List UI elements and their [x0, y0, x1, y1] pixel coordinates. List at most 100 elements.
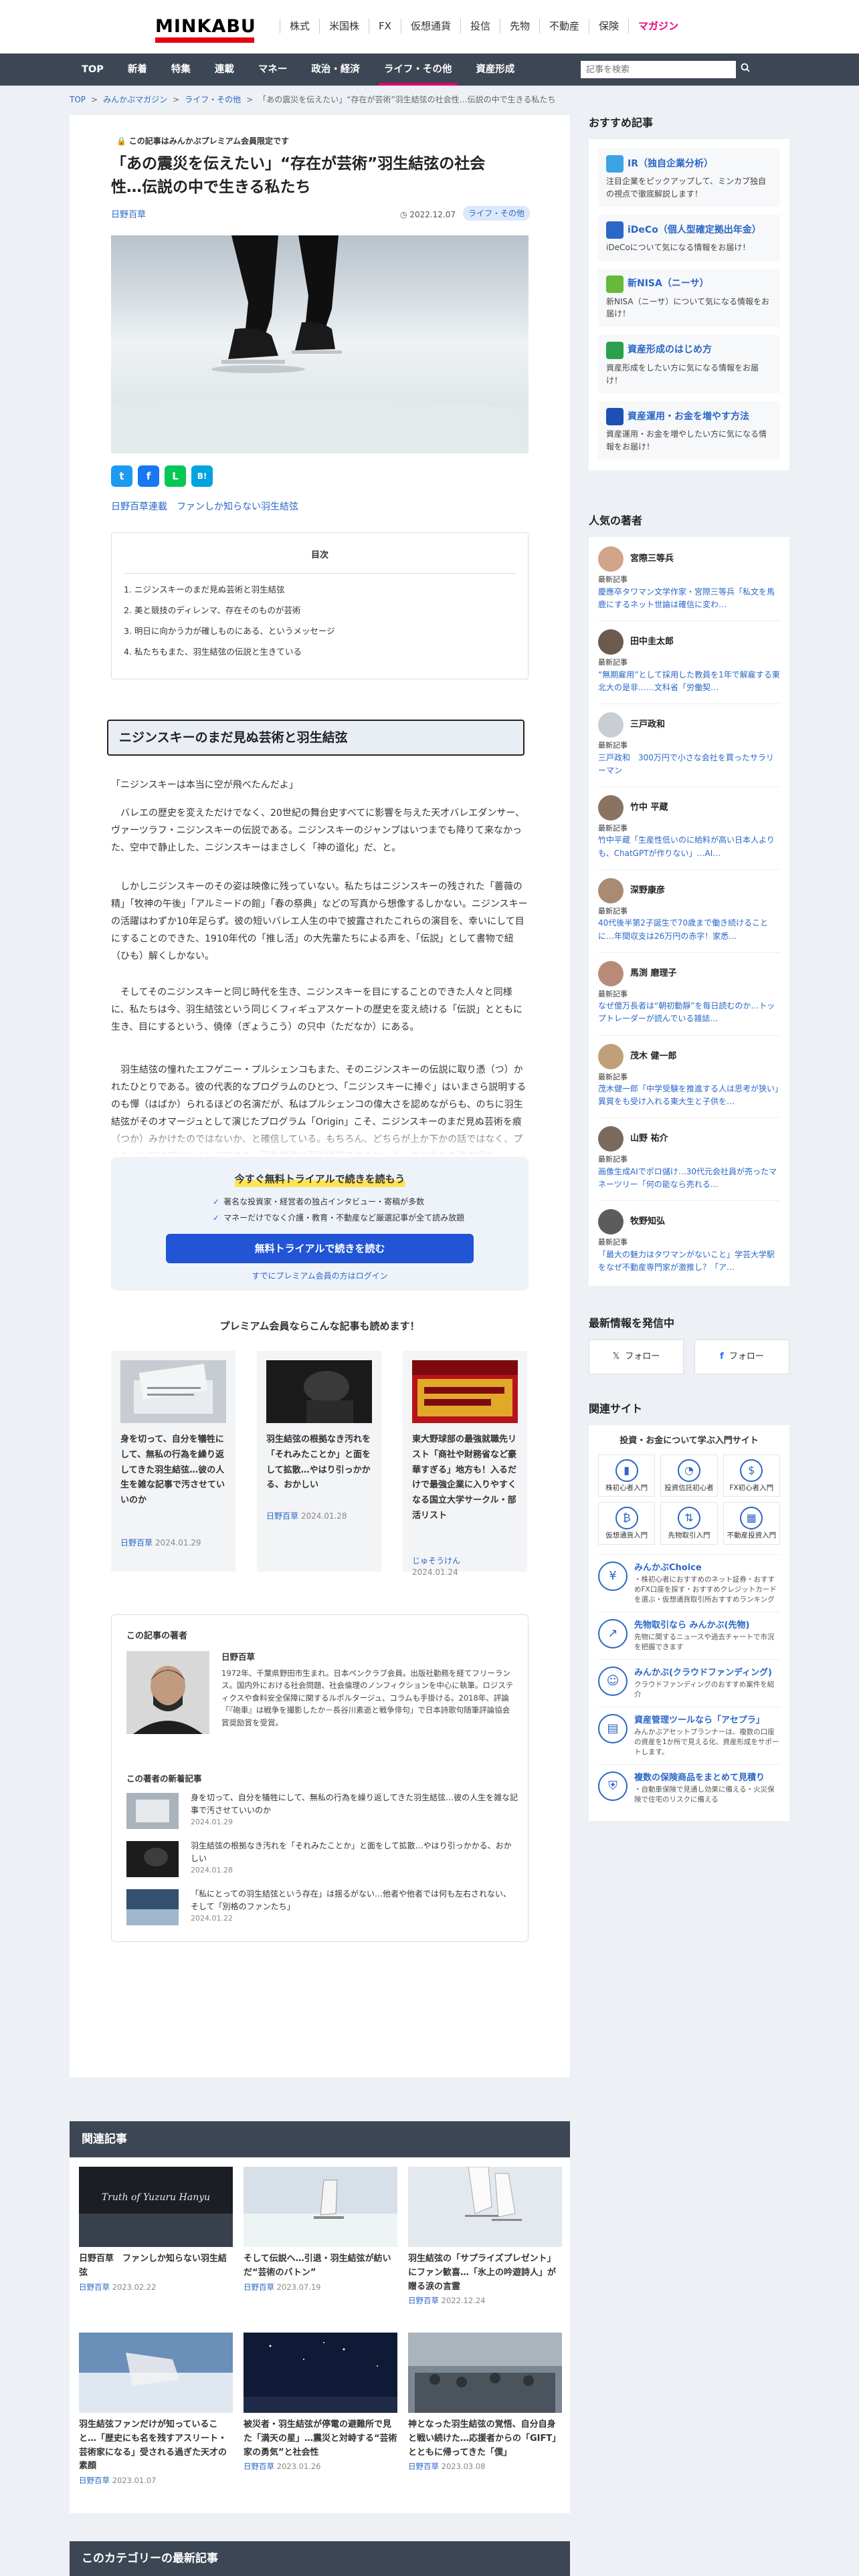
related-thumbnail: [408, 2166, 562, 2247]
related-article-card[interactable]: 神となった羽生結弦の覚悟、自分自身と戦い続けた…応援者からの「GIFT」とともに…: [408, 2333, 562, 2473]
gnav-money[interactable]: マネー: [246, 53, 300, 86]
toc-item[interactable]: 3. 明日に向かう力が確しものにある、というメッセージ: [112, 625, 528, 637]
author-latest-item[interactable]: 身を切って、自分を犠牲にして、無私の行為を繰り返してきた羽生結弦…彼の人生を雑な…: [126, 1792, 521, 1832]
author-latest-item[interactable]: 「私にとっての羽生結弦という存在」は揺るがない…他者や他者では何も左右されない、…: [126, 1888, 521, 1928]
article-date: ◷ 2022.12.07: [400, 210, 456, 219]
related-article-card[interactable]: 被災者・羽生結弦が停電の避難所で見た「満天の星」…震災と対峙する“芸術家の勇気”…: [244, 2333, 397, 2473]
gnav-asset[interactable]: 資産形成: [464, 53, 527, 86]
popular-author[interactable]: 牧野知弘 最新記事 「最大の魅力はタワマンがないこと」学芸大学駅をなぜ不動産専門家が…: [598, 1201, 780, 1283]
site-link[interactable]: $ FX初心者入門: [723, 1454, 780, 1497]
popular-author[interactable]: 竹中 平蔵 最新記事 竹中平蔵「生産性低いのに給料が高い日本人よりも、ChatGPT…: [598, 787, 780, 870]
facebook-share-button[interactable]: f: [138, 465, 159, 487]
premium-article-thumbnail: [266, 1360, 372, 1423]
popular-author[interactable]: 山野 祐介 最新記事 画像生成AIでポロ儲け…30代元会社員が売ったマネーツリー「何…: [598, 1118, 780, 1202]
gnav-politics[interactable]: 政治・経済: [299, 53, 372, 86]
search-icon[interactable]: [739, 62, 752, 77]
breadcrumb-magazine[interactable]: みんかぶマガジン: [103, 94, 167, 106]
related-article-card[interactable]: そして伝説へ…引退・羽生結弦が紡いだ“芸術のバトン” 日野百草 2023.07.…: [244, 2167, 397, 2293]
fund-icon: ◔: [677, 1459, 700, 1482]
gnav-life[interactable]: ライフ・その他: [372, 53, 464, 86]
free-trial-button[interactable]: 無料トライアルで続きを読む: [166, 1234, 474, 1263]
series-link[interactable]: 日野百草連載 ファンしか知らない羽生結弦: [111, 500, 298, 514]
gnav-feature[interactable]: 特集: [159, 53, 203, 86]
popular-author[interactable]: 宮際三等兵 最新記事 慶應卒タワマン文学作家・宮際三等兵「私文を馬鹿にするネット世論…: [598, 538, 780, 622]
recommend-item[interactable]: 資産運用・お金を増やす方法 資産運用・お金を増やしたい方に気になる情報をお届け！: [598, 401, 780, 460]
breadcrumb-top[interactable]: TOP: [70, 94, 86, 106]
author-photo: [126, 1651, 209, 1734]
twitter-share-button[interactable]: t: [111, 465, 132, 487]
article-author[interactable]: 日野百草: [111, 209, 146, 222]
popular-author[interactable]: 三戸政和 最新記事 三戸政和 300万円で小さな会社を買ったサラリーマン: [598, 704, 780, 787]
site-link[interactable]: ◔ 投資信託初心者: [660, 1454, 718, 1497]
recommend-item[interactable]: 資産形成のはじめ方 資産形成をしたい方に気になる情報をお届け！: [598, 334, 780, 394]
site-header: MINKABU 株式 米国株 FX 仮想通貨 投信 先物 不動産 保険 マガジン: [0, 0, 859, 53]
recommend-item[interactable]: IR（独自企業分析） 注目企業をピックアップして、ミンカブ独自の視点で徹底解説し…: [598, 148, 780, 207]
service-link[interactable]: ¥ みんかぶChoice ・株初心者におすすめのネット証券・おすすめFX口座を探す・…: [598, 1554, 780, 1612]
line-share-button[interactable]: L: [165, 465, 186, 487]
popular-author[interactable]: 田中圭太郎 最新記事 “無期雇用”として採用した教員を1年で解雇する東北大の是非………: [598, 621, 780, 705]
premium-article-card[interactable]: 羽生結弦の根拠なき汚れを「それみたことか」と面をして拡散…やはり引っかかる、おか…: [257, 1351, 381, 1572]
stock-chart-icon: ▮: [615, 1459, 638, 1482]
author-latest-heading: この著者の新着記事: [126, 1774, 202, 1784]
gnav-series[interactable]: 連載: [203, 53, 246, 86]
top-nav-fx[interactable]: FX: [369, 19, 401, 33]
gnav-new[interactable]: 新着: [116, 53, 159, 86]
recommend-item[interactable]: 新NISA（ニーサ） 新NISA（ニーサ）について気になる情報をお届け！: [598, 268, 780, 327]
avatar: [598, 712, 624, 738]
site-logo[interactable]: MINKABU: [155, 17, 256, 44]
site-link[interactable]: ▦ 不動産投資入門: [723, 1502, 780, 1545]
x-follow-button[interactable]: 𝕏 フォロー: [589, 1339, 684, 1375]
toc-item[interactable]: 2. 美と競技のディレンマ、存在そのものが芸術: [112, 604, 528, 617]
service-link[interactable]: ☺ みんかぶ(クラウドファンディング) クラウドファンディングのおすすめ案件を紹介: [598, 1659, 780, 1707]
hatena-share-button[interactable]: B!: [191, 465, 213, 487]
toc-item[interactable]: 1. ニジンスキーのまだ見ぬ芸術と羽生結弦: [112, 583, 528, 596]
service-link[interactable]: ⛨ 複数の保険商品をまとめて見積り ・自動車保険で見通し効果に備える・火災保険で住宅…: [598, 1764, 780, 1812]
site-link[interactable]: ▮ 株初心者入門: [598, 1454, 656, 1497]
premium-article-card[interactable]: 東大野球部の最強就職先リスト「商社や財務省など豪華すぎる」地方も！入るだけで最強…: [403, 1351, 527, 1577]
popular-author[interactable]: 茂木 健一郎 最新記事 茂木健一郎「中学受験を推進する人は思考が狭い」異質をも受け入…: [598, 1036, 780, 1119]
service-link[interactable]: ↗ 先物取引なら みんかぶ(先物) 先物に関するニュースや過去チャートで市況を把握で…: [598, 1612, 780, 1659]
crowd-icon: ☺: [598, 1667, 628, 1697]
related-thumbnail: [244, 2333, 397, 2413]
premium-article-thumbnail: [120, 1360, 226, 1423]
global-nav: TOP 新着 特集 連載 マネー 政治・経済 ライフ・その他 資産形成: [0, 53, 859, 86]
toc-item[interactable]: 4. 私たちもまた、羽生結弦の伝説と生きている: [112, 645, 528, 658]
related-article-card[interactable]: 羽生結弦の「サプライズプレゼント」にファン歓喜…「氷上の吟遊詩人」が贈る涙の言霊…: [408, 2166, 562, 2307]
recommend-heading: おすすめ記事: [589, 116, 654, 129]
site-link[interactable]: ⇅ 先物取引入門: [660, 1502, 718, 1545]
author-latest-item[interactable]: 羽生結弦の根拠なき汚れを「それみたことか」と面をして拡散…やはり引っかかる、おか…: [126, 1840, 521, 1880]
top-nav-futures[interactable]: 先物: [500, 19, 540, 33]
article-paragraph: バレエの歴史を変えただけでなく、20世紀の舞台史すべてに影響を与えた天才バレエダ…: [111, 808, 525, 853]
author-box: この記事の著者 日野百草 1972年、千葉県野田市生まれ。日本ペンクラブ会員。出…: [111, 1614, 529, 1942]
recommend-item[interactable]: iDeCo（個人型確定拠出年金） iDeCoについて気になる情報をお届け！: [598, 215, 780, 261]
service-link[interactable]: ▤ 資産管理ツールなら「アセプラ」 みんかぶアセットプランナーは、複数の口座の資産を…: [598, 1707, 780, 1764]
related-article-card[interactable]: Truth of Yuzuru Hanyu 日野百草 ファンしか知らない羽生結弦…: [79, 2167, 233, 2293]
related-thumbnail: Truth of Yuzuru Hanyu: [79, 2167, 233, 2247]
author-name[interactable]: 日野百草: [221, 1651, 255, 1664]
gnav-top[interactable]: TOP: [70, 53, 116, 86]
premium-article-card[interactable]: 身を切って、自分を犠牲にして、無私の行為を繰り返してきた羽生結弦…彼の人生を雑な…: [111, 1351, 235, 1572]
crypto-icon: ₿: [615, 1507, 638, 1530]
top-nav-real-estate[interactable]: 不動産: [540, 19, 589, 33]
popular-author[interactable]: 深野康彦 最新記事 40代後半第2子誕生で70歳まで働き続けることに…年間収支は26…: [598, 870, 780, 953]
category-latest-heading: このカテゴリーの最新記事: [70, 2541, 570, 2576]
facebook-follow-button[interactable]: f フォロー: [694, 1339, 789, 1375]
category-tag[interactable]: ライフ・その他: [463, 206, 531, 221]
nisa-icon: [606, 275, 624, 293]
share-buttons: t f L B!: [111, 465, 213, 487]
popular-author[interactable]: 馬渕 磨理子 最新記事 なぜ億万長者は“朝初動靜”を毎日読むのか…トップトレーダーが…: [598, 953, 780, 1036]
top-nav-stocks[interactable]: 株式: [280, 19, 320, 33]
top-nav-magazine[interactable]: マガジン: [629, 19, 688, 33]
related-article-card[interactable]: 羽生結弦ファンだけが知っていること…「歴史にも名を残すアスリート・芸術家になる」…: [79, 2333, 233, 2486]
top-nav-us-stocks[interactable]: 米国株: [320, 19, 370, 33]
wallet-icon: ▤: [598, 1714, 628, 1744]
top-nav-funds[interactable]: 投信: [461, 19, 500, 33]
top-nav-crypto[interactable]: 仮想通貨: [401, 19, 461, 33]
search-input[interactable]: [581, 61, 736, 78]
login-link[interactable]: すでにプレミアム会員の方はログイン: [111, 1270, 529, 1282]
top-nav-insurance[interactable]: 保険: [589, 19, 630, 33]
avatar: [598, 1209, 624, 1235]
site-link[interactable]: ₿ 仮想通貨入門: [598, 1502, 656, 1545]
x-icon: 𝕏: [612, 1352, 620, 1362]
breadcrumb-category[interactable]: ライフ・その他: [185, 94, 241, 106]
